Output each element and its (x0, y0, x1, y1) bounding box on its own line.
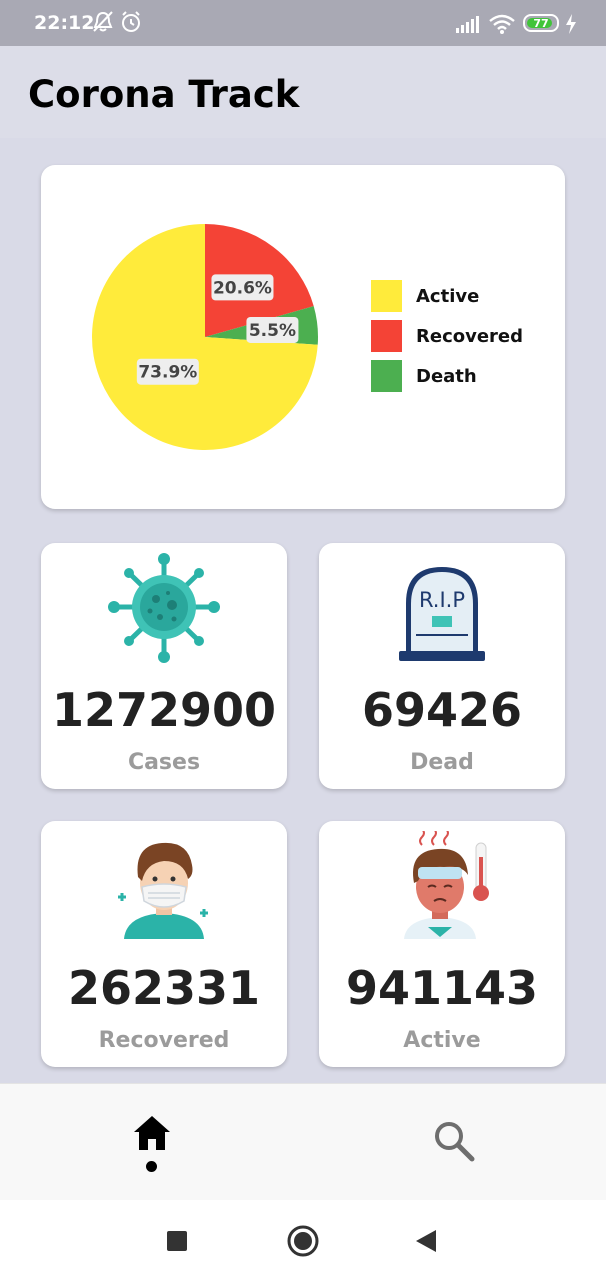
stat-card-active: 941143 Active (319, 821, 565, 1067)
signal-icon (456, 16, 479, 33)
legend-item-death: Death (371, 360, 551, 400)
app-header: Corona Track (0, 46, 606, 138)
cases-label: Cases (127, 750, 201, 775)
recovered-label: Recovered (98, 1028, 230, 1053)
dead-label: Dead (410, 750, 474, 775)
alarm-icon (122, 11, 140, 32)
dead-count: 69426 (361, 683, 523, 737)
search-icon (435, 1122, 475, 1162)
status-bar: 22:12 77 (0, 0, 606, 46)
legend-item-recovered: Recovered (371, 320, 551, 360)
chart-card: 20.6% 5.5% 73.9% Active Recovered Death (41, 165, 565, 509)
wifi-icon (489, 14, 515, 34)
battery-icon: 77 (523, 14, 559, 32)
active-label: Active (403, 1028, 481, 1053)
stat-card-cases: 1272900 Cases (41, 543, 287, 789)
svg-text:20.6%: 20.6% (213, 278, 272, 298)
muted-bell-icon (93, 11, 113, 32)
system-navigation-bar (0, 1200, 606, 1280)
legend-label: Death (416, 366, 477, 387)
chart-legend: Active Recovered Death (371, 280, 551, 400)
cases-count: 1272900 (51, 683, 277, 737)
stat-card-recovered: 262331 Recovered (41, 821, 287, 1067)
rip-text: R.I.P (419, 588, 465, 612)
pie-label-recovered: 20.6% (211, 274, 274, 301)
sick-person-icon (404, 831, 489, 939)
charging-icon (566, 14, 576, 34)
legend-label: Active (416, 286, 480, 307)
nav-home-button[interactable] (0, 1084, 303, 1201)
battery-level: 77 (533, 17, 549, 30)
svg-text:5.5%: 5.5% (249, 321, 296, 341)
legend-swatch (371, 280, 402, 312)
back-triangle-icon[interactable] (414, 1229, 438, 1253)
stat-card-dead: R.I.P 69426 Dead (319, 543, 565, 789)
svg-text:73.9%: 73.9% (138, 363, 197, 383)
tombstone-icon: R.I.P (399, 567, 485, 661)
pie-label-death: 5.5% (246, 316, 299, 343)
recents-square-icon[interactable] (166, 1230, 188, 1252)
legend-label: Recovered (416, 326, 524, 347)
pie-chart: 20.6% 5.5% 73.9% (92, 223, 318, 450)
legend-item-active: Active (371, 280, 551, 320)
legend-swatch (371, 360, 402, 392)
page-title: Corona Track (28, 73, 300, 116)
legend-swatch (371, 320, 402, 352)
active-count: 941143 (345, 961, 539, 1015)
bottom-navigation (0, 1083, 606, 1201)
virus-icon (108, 553, 220, 663)
masked-person-icon (118, 842, 208, 939)
recovered-count: 262331 (67, 961, 261, 1015)
nav-selected-indicator (146, 1161, 157, 1172)
status-time: 22:12 (34, 12, 95, 34)
home-circle-icon[interactable] (286, 1224, 320, 1258)
nav-search-button[interactable] (303, 1084, 606, 1201)
home-icon (134, 1116, 170, 1150)
pie-label-active: 73.9% (136, 358, 199, 385)
